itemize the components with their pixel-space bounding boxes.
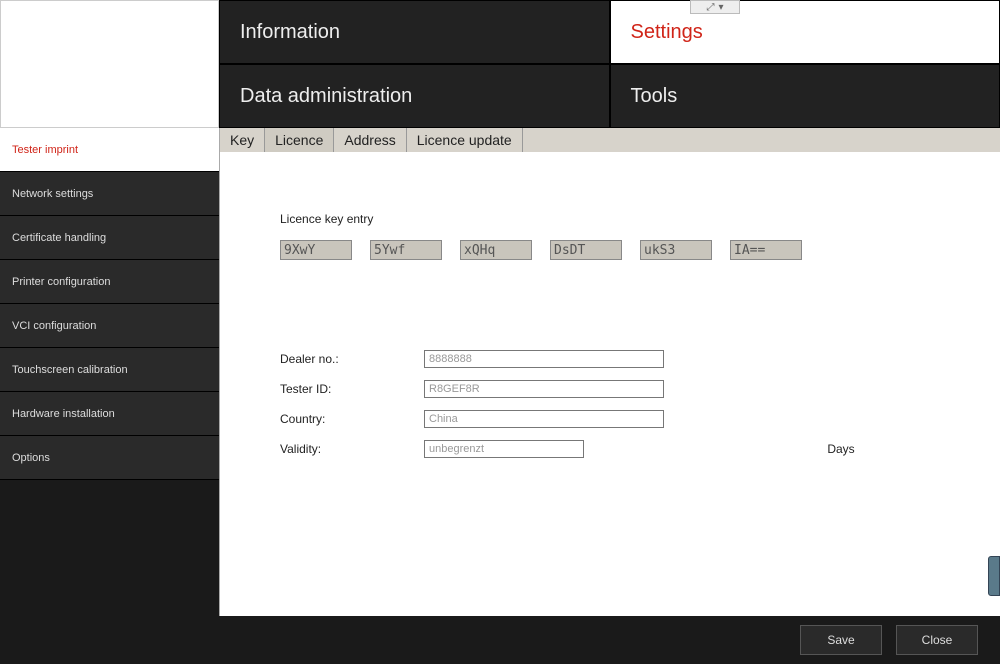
- sidebar: Tester imprint Network settings Certific…: [0, 128, 219, 664]
- content-area: Licence key entry Dealer no.: Tester ID:…: [220, 152, 1000, 616]
- subtab-key[interactable]: Key: [220, 128, 265, 152]
- sidebar-item-label: Hardware installation: [12, 408, 115, 420]
- side-handle[interactable]: [988, 556, 1000, 596]
- tester-id-field[interactable]: [424, 380, 664, 398]
- subtabs: Key Licence Address Licence update: [220, 128, 1000, 152]
- footer: Save Close: [219, 616, 1000, 664]
- days-label: Days: [827, 442, 1000, 456]
- subtab-address[interactable]: Address: [334, 128, 406, 152]
- tester-id-label: Tester ID:: [280, 382, 420, 396]
- sidebar-item-network-settings[interactable]: Network settings: [0, 172, 219, 216]
- logo-area: [0, 0, 219, 128]
- tab-data-administration[interactable]: Data administration: [219, 64, 610, 128]
- licence-key-input-1[interactable]: [280, 240, 352, 260]
- licence-key-input-2[interactable]: [370, 240, 442, 260]
- sidebar-item-label: Network settings: [12, 188, 93, 200]
- window-controls[interactable]: ⤢ ▾: [690, 0, 740, 14]
- app-root: Information Settings Data administration…: [0, 0, 1000, 664]
- sidebar-item-certificate-handling[interactable]: Certificate handling: [0, 216, 219, 260]
- close-button[interactable]: Close: [896, 625, 978, 655]
- licence-key-input-3[interactable]: [460, 240, 532, 260]
- expand-icon: ⤢: [706, 2, 714, 13]
- country-field[interactable]: [424, 410, 664, 428]
- subtab-licence[interactable]: Licence: [265, 128, 334, 152]
- sidebar-item-label: Options: [12, 452, 50, 464]
- dealer-no-label: Dealer no.:: [280, 352, 420, 366]
- licence-key-input-4[interactable]: [550, 240, 622, 260]
- sidebar-item-hardware-installation[interactable]: Hardware installation: [0, 392, 219, 436]
- dealer-no-field[interactable]: [424, 350, 664, 368]
- tab-tools[interactable]: Tools: [610, 64, 1000, 128]
- sidebar-item-label: VCI configuration: [12, 320, 96, 332]
- top-nav: Information Settings Data administration…: [219, 0, 1000, 128]
- sidebar-item-options[interactable]: Options: [0, 436, 219, 480]
- tab-settings[interactable]: Settings: [610, 0, 1000, 64]
- sidebar-item-label: Tester imprint: [12, 144, 78, 156]
- save-button[interactable]: Save: [800, 625, 882, 655]
- sidebar-item-tester-imprint[interactable]: Tester imprint: [0, 128, 219, 172]
- sidebar-item-printer-configuration[interactable]: Printer configuration: [0, 260, 219, 304]
- form-grid: Dealer no.: Tester ID: Country: Validity…: [280, 350, 1000, 458]
- validity-field[interactable]: [424, 440, 584, 458]
- tab-information[interactable]: Information: [219, 0, 610, 64]
- sidebar-item-touchscreen-calibration[interactable]: Touchscreen calibration: [0, 348, 219, 392]
- sidebar-item-label: Touchscreen calibration: [12, 364, 128, 376]
- chevron-down-icon: ▾: [718, 2, 723, 13]
- main-panel: Key Licence Address Licence update Licen…: [219, 128, 1000, 616]
- country-label: Country:: [280, 412, 420, 426]
- sidebar-item-label: Certificate handling: [12, 232, 106, 244]
- sidebar-item-vci-configuration[interactable]: VCI configuration: [0, 304, 219, 348]
- subtab-licence-update[interactable]: Licence update: [407, 128, 523, 152]
- licence-key-input-5[interactable]: [640, 240, 712, 260]
- licence-key-row: [280, 240, 1000, 260]
- licence-key-entry-label: Licence key entry: [280, 212, 1000, 226]
- licence-key-input-6[interactable]: [730, 240, 802, 260]
- validity-label: Validity:: [280, 442, 420, 456]
- sidebar-item-label: Printer configuration: [12, 276, 110, 288]
